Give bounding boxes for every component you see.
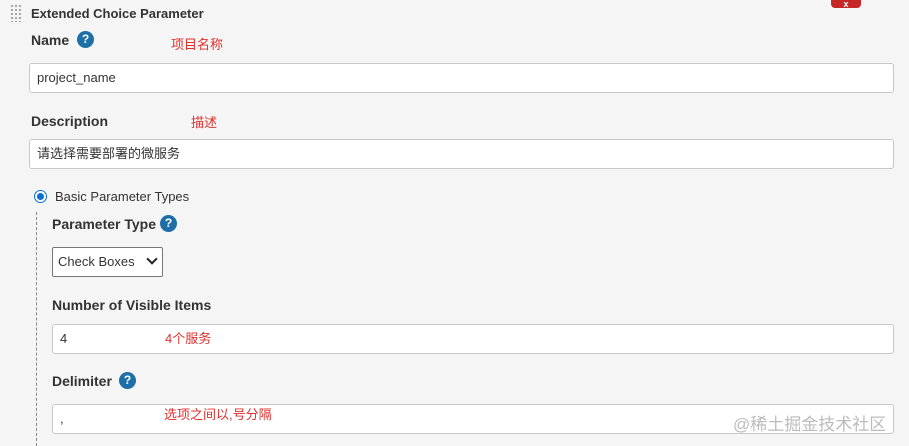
name-label: Name xyxy=(31,32,70,48)
group-divider xyxy=(36,212,37,446)
delimiter-annotation: 选项之间以,号分隔 xyxy=(164,407,272,422)
parameter-type-select[interactable]: Check Boxes xyxy=(52,247,163,277)
description-label: Description xyxy=(31,113,109,129)
name-input[interactable]: project_name xyxy=(29,63,894,93)
help-icon[interactable]: ? xyxy=(77,31,94,48)
delete-parameter-button[interactable]: x xyxy=(831,0,861,9)
description-annotation: 描述 xyxy=(191,115,218,130)
section-title: Extended Choice Parameter xyxy=(31,6,204,21)
basic-parameter-types-label[interactable]: Basic Parameter Types xyxy=(55,189,189,204)
delimiter-label: Delimiter xyxy=(52,373,112,389)
parameter-type-label: Parameter Type xyxy=(52,216,157,232)
watermark: @稀土掘金技术社区 xyxy=(733,415,887,434)
parameter-type-selected-value: Check Boxes xyxy=(58,254,135,269)
help-icon[interactable]: ? xyxy=(160,215,177,232)
name-annotation: 项目名称 xyxy=(171,37,224,52)
chevron-down-icon xyxy=(146,253,158,265)
visible-items-label: Number of Visible Items xyxy=(52,297,212,313)
drag-handle[interactable] xyxy=(10,4,22,22)
description-input[interactable]: 请选择需要部署的微服务 xyxy=(29,139,894,169)
help-icon[interactable]: ? xyxy=(119,372,136,389)
basic-parameter-types-radio[interactable] xyxy=(34,190,47,203)
visible-items-annotation: 4个服务 xyxy=(165,331,212,346)
